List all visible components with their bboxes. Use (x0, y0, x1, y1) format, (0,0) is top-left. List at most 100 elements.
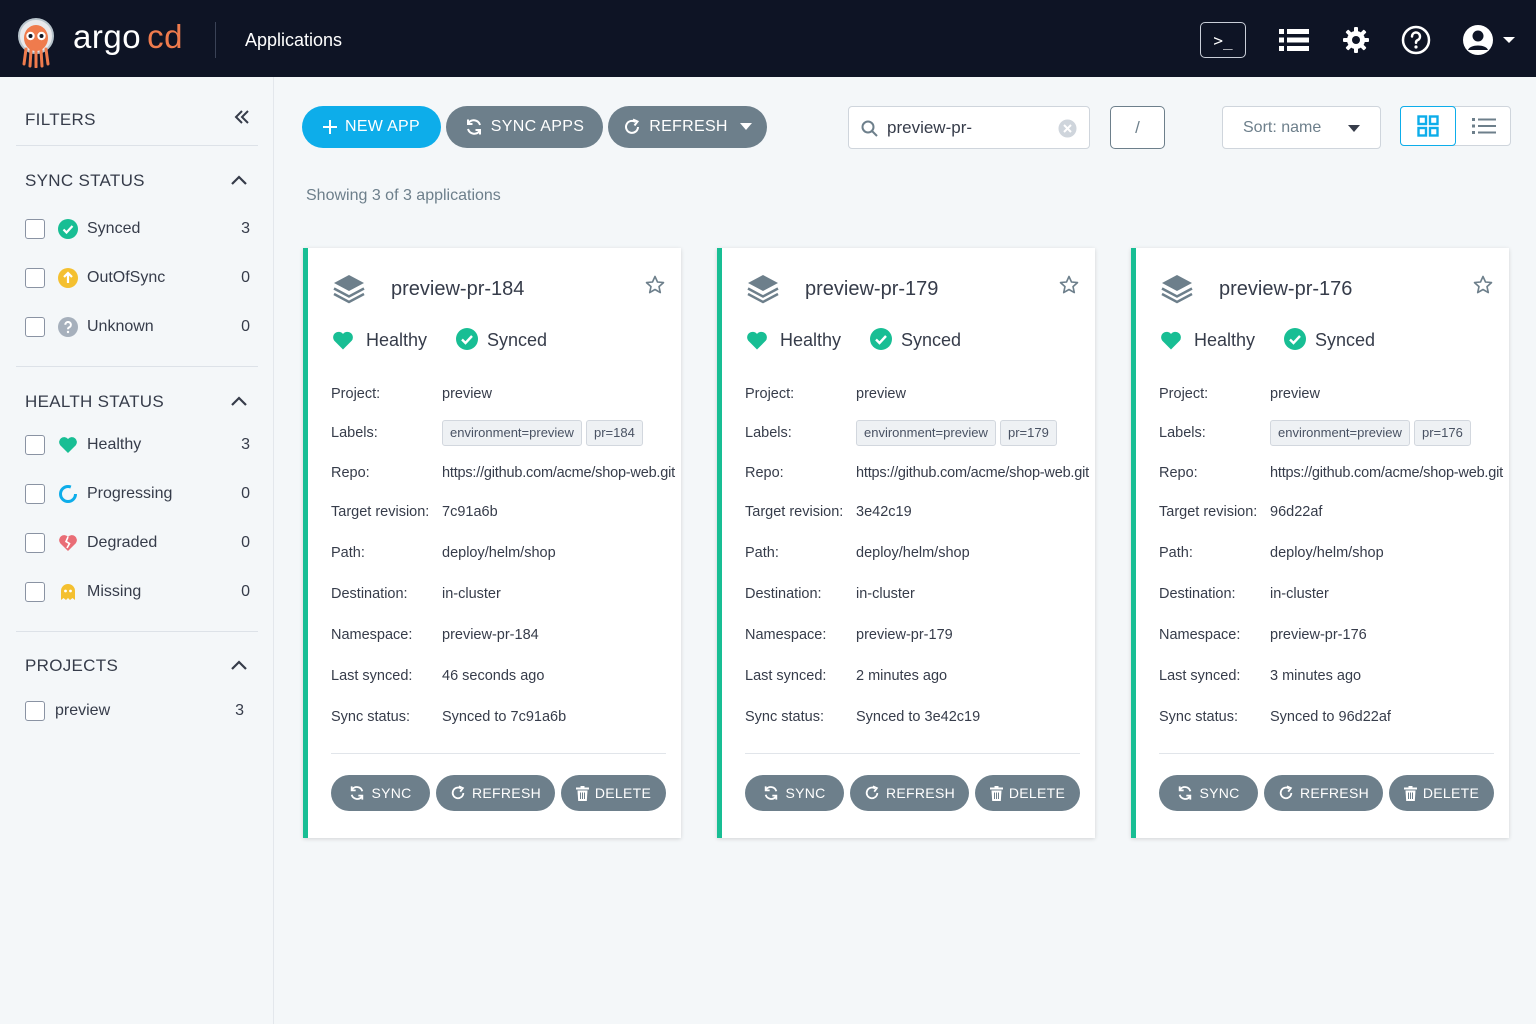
filter-synced[interactable]: Synced 3 (25, 218, 250, 242)
repo-value[interactable]: https://github.com/acme/shop-web.git (856, 465, 1089, 481)
favorite-star-icon[interactable] (1473, 275, 1493, 295)
user-avatar-icon (1463, 25, 1493, 55)
sync-status: Synced (901, 330, 962, 350)
last-synced-label: Last synced: (1159, 668, 1241, 684)
unknown-checkbox[interactable] (25, 317, 45, 337)
user-menu[interactable] (1460, 22, 1518, 58)
clear-search-icon[interactable] (1058, 119, 1077, 138)
filter-label: Degraded (87, 534, 158, 551)
check-circle-icon (870, 328, 892, 350)
trash-icon (575, 785, 589, 801)
filter-missing[interactable]: Missing 0 (25, 581, 250, 605)
degraded-checkbox[interactable] (25, 533, 45, 553)
filter-project-preview[interactable]: preview 3 (25, 700, 250, 724)
sync-button[interactable]: SYNC (1159, 775, 1258, 811)
refresh-icon (625, 118, 640, 134)
new-app-button[interactable]: NEW APP (302, 106, 441, 148)
caret-down-icon (739, 123, 752, 130)
delete-button[interactable]: DELETE (975, 775, 1080, 811)
filter-healthy[interactable]: Healthy 3 (25, 434, 250, 458)
project-value: preview (856, 386, 906, 402)
sync-status-label: Sync status: (1159, 709, 1238, 725)
app-layers-icon (333, 275, 365, 304)
card-divider (745, 753, 1080, 754)
brand-wordmark[interactable]: argo cd (73, 18, 183, 56)
filter-progressing[interactable]: Progressing 0 (25, 483, 250, 507)
sync-button[interactable]: SYNC (331, 775, 430, 811)
gear-icon[interactable] (1340, 22, 1372, 58)
delete-button[interactable]: DELETE (1389, 775, 1494, 811)
label-tag: pr=184 (586, 420, 643, 446)
missing-checkbox[interactable] (25, 582, 45, 602)
app-name[interactable]: preview-pr-176 (1219, 278, 1352, 301)
help-icon[interactable] (1400, 22, 1432, 58)
ghost-icon (61, 584, 75, 600)
filter-count: 0 (241, 269, 250, 286)
search-input[interactable] (887, 117, 1047, 139)
target-revision-label: Target revision: (331, 504, 430, 520)
progressing-checkbox[interactable] (25, 484, 45, 504)
sort-dropdown[interactable]: Sort: name (1222, 106, 1381, 149)
search-icon (861, 120, 878, 137)
filter-outofsync[interactable]: OutOfSync 0 (25, 267, 250, 291)
labels-label: Labels: (745, 425, 792, 441)
favorite-star-icon[interactable] (645, 275, 665, 295)
destination-label: Destination: (1159, 586, 1236, 602)
outofsync-checkbox[interactable] (25, 268, 45, 288)
repo-label: Repo: (745, 465, 784, 481)
sync-status-label: Sync status: (331, 709, 410, 725)
plus-icon (322, 120, 337, 134)
app-name[interactable]: preview-pr-184 (391, 278, 524, 301)
app-name[interactable]: preview-pr-179 (805, 278, 938, 301)
labels-label: Labels: (331, 425, 378, 441)
refresh-button[interactable]: REFRESH (850, 775, 969, 811)
chevron-up-icon[interactable] (229, 394, 249, 408)
label-tag: environment=preview (442, 420, 582, 446)
terminal-button[interactable]: >_ (1200, 22, 1246, 58)
search-shortcut-button[interactable]: / (1110, 106, 1165, 149)
application-card[interactable]: preview-pr-176 Healthy Synced Project: p… (1131, 248, 1509, 838)
sync-status-label: Sync status: (745, 709, 824, 725)
search-box[interactable] (848, 106, 1090, 149)
collapse-sidebar-icon[interactable] (232, 107, 252, 127)
path-label: Path: (331, 545, 365, 561)
filter-degraded[interactable]: Degraded 0 (25, 532, 250, 556)
application-card[interactable]: preview-pr-184 Healthy Synced Project: p… (303, 248, 681, 838)
project-value: preview (1270, 386, 1320, 402)
health-status: Healthy (780, 330, 842, 350)
list-icon[interactable] (1278, 22, 1310, 58)
healthy-checkbox[interactable] (25, 435, 45, 455)
health-status-heading: HEALTH STATUS (25, 392, 164, 411)
delete-button[interactable]: DELETE (561, 775, 666, 811)
sync-apps-button[interactable]: SYNC APPS (446, 106, 603, 148)
application-card[interactable]: preview-pr-179 Healthy Synced Project: p… (717, 248, 1095, 838)
list-view-button[interactable] (1456, 107, 1511, 145)
namespace-value: preview-pr-184 (442, 627, 539, 643)
project-checkbox[interactable] (25, 701, 45, 721)
argo-logo-icon[interactable] (14, 16, 58, 68)
refresh-apps-button[interactable]: REFRESH (608, 106, 767, 148)
filter-unknown[interactable]: Unknown 0 (25, 316, 250, 340)
refresh-button[interactable]: REFRESH (1264, 775, 1383, 811)
sidebar-divider (16, 145, 258, 146)
delete-button-label: DELETE (1422, 785, 1480, 801)
destination-label: Destination: (745, 586, 822, 602)
tiles-view-button[interactable] (1400, 106, 1456, 146)
chevron-up-icon[interactable] (229, 173, 249, 187)
path-value: deploy/helm/shop (1270, 545, 1384, 561)
synced-checkbox[interactable] (25, 219, 45, 239)
chevron-up-icon[interactable] (229, 658, 249, 672)
filter-label: Synced (87, 220, 141, 237)
sync-button[interactable]: SYNC (745, 775, 844, 811)
namespace-value: preview-pr-176 (1270, 627, 1367, 643)
trash-icon (989, 785, 1003, 801)
repo-value[interactable]: https://github.com/acme/shop-web.git (442, 465, 675, 481)
top-bar: argo cd Applications >_ (0, 0, 1536, 77)
refresh-button[interactable]: REFRESH (436, 775, 555, 811)
destination-label: Destination: (331, 586, 408, 602)
grid-icon (1417, 115, 1439, 137)
new-app-label: NEW APP (344, 118, 420, 135)
favorite-star-icon[interactable] (1059, 275, 1079, 295)
check-circle-icon (58, 219, 78, 239)
repo-value[interactable]: https://github.com/acme/shop-web.git (1270, 465, 1503, 481)
